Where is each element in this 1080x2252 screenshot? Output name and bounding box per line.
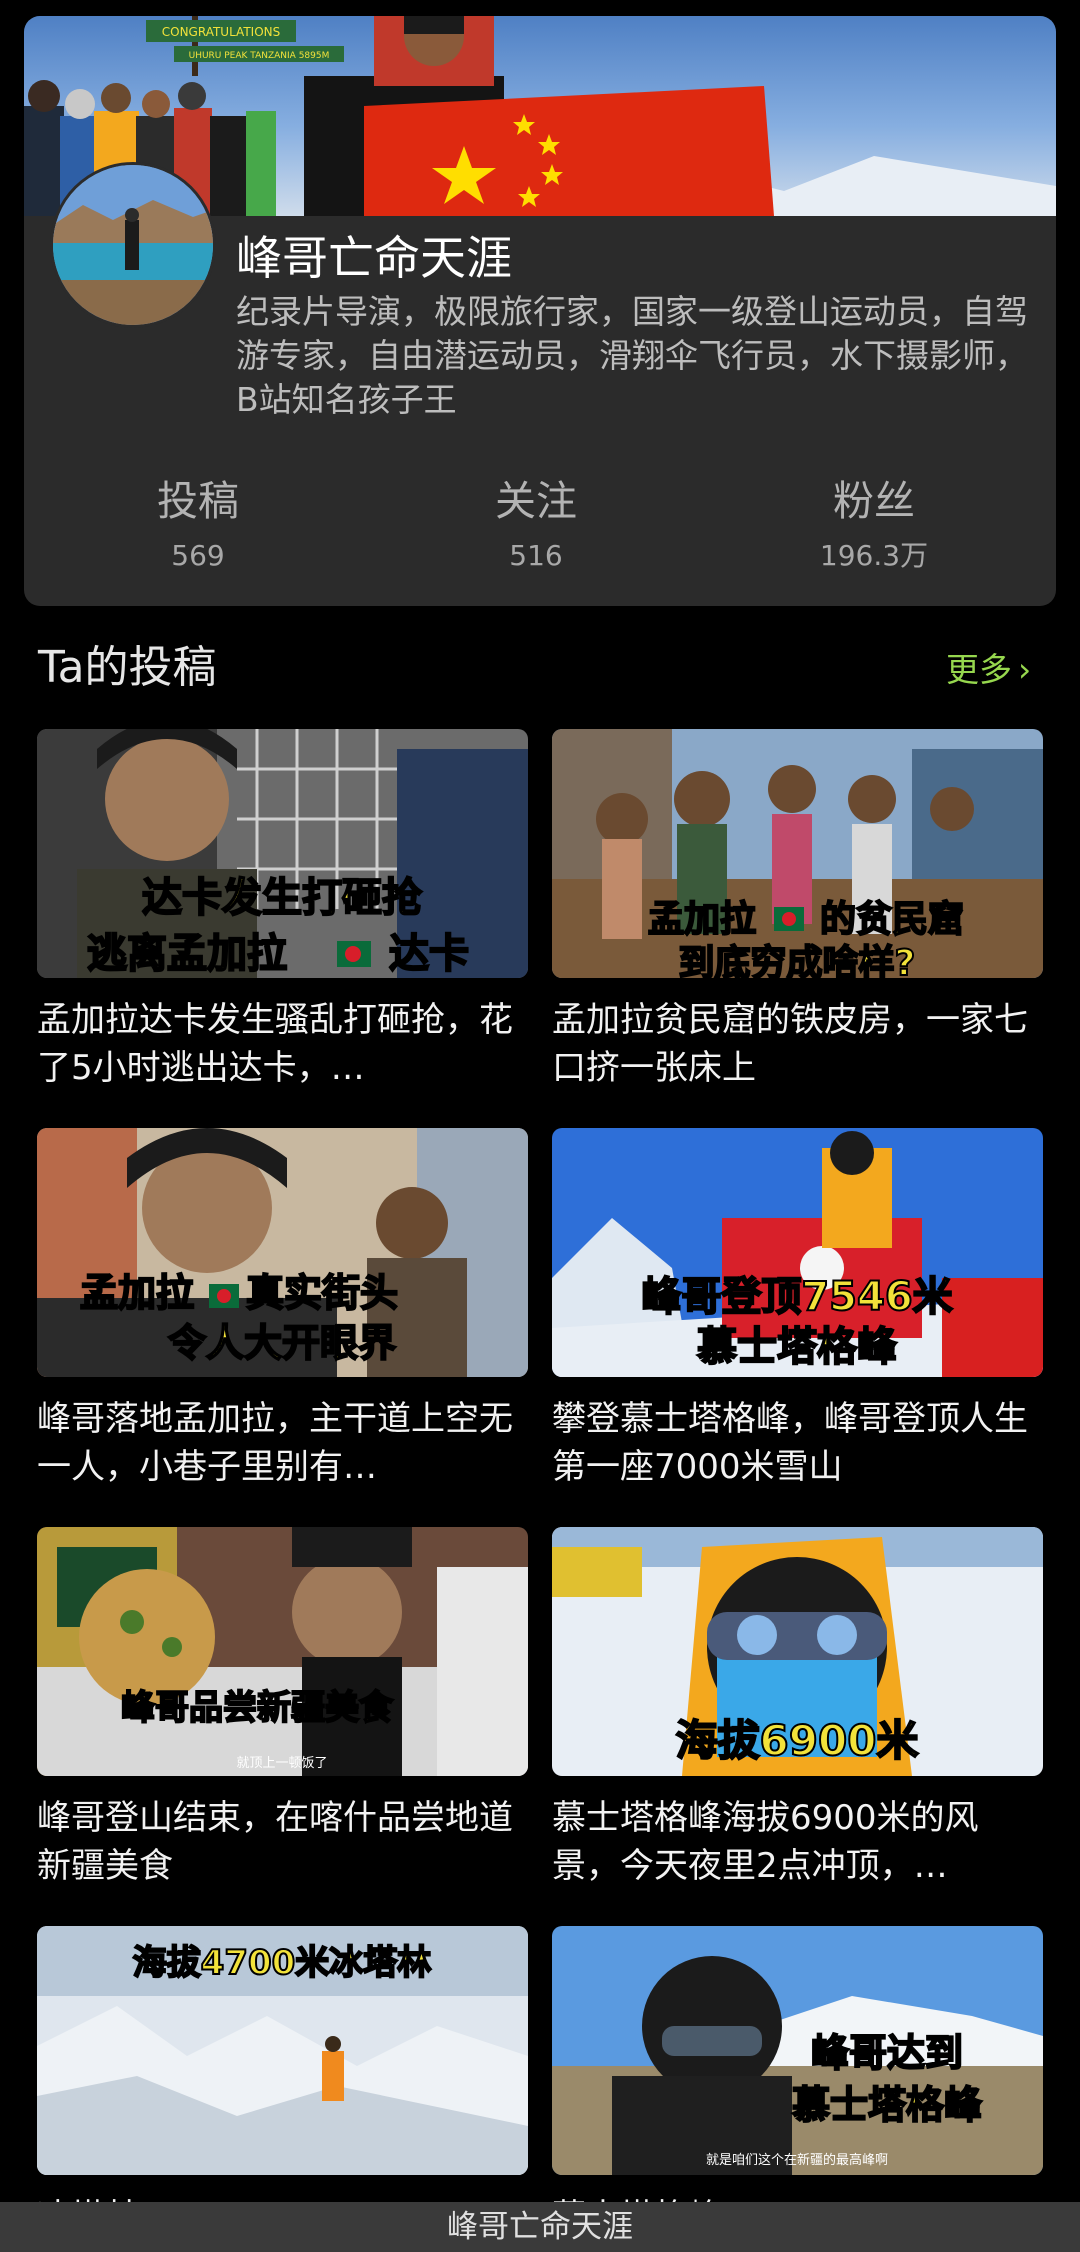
stat-following[interactable]: 关注 516	[426, 476, 646, 574]
video-card[interactable]: 孟加拉 真实街头 令人大开眼界 峰哥落地孟加拉，主干道上空无一人，小巷子里别有…	[37, 1128, 528, 1491]
stat-posts-value: 569	[171, 539, 225, 572]
thumbnail-subtitle: 就是咱们这个在新疆的最高峰啊	[706, 2152, 888, 2168]
bottom-title-bar: 峰哥亡命天涯	[0, 2202, 1080, 2252]
profile-bio: 纪录片导演，极限旅行家，国家一级登山运动员，自驾游专家，自由潜运动员，滑翔伞飞行…	[236, 292, 1028, 419]
thumbnail-caption: 峰哥品尝新疆美食	[121, 1688, 394, 1728]
video-thumbnail[interactable]: 孟加拉 的贫民窟 到底穷成啥样?	[552, 729, 1043, 978]
video-title[interactable]: 孟加拉贫民窟的铁皮房，一家七口挤一张床上	[552, 996, 1043, 1092]
stat-posts[interactable]: 投稿 569	[88, 476, 308, 574]
video-card[interactable]: 峰哥品尝新疆美食 就顶上一顿饭了 峰哥登山结束，在喀什品尝地道新疆美食	[37, 1527, 528, 1890]
thumbnail-caption: 慕士塔格峰	[697, 1324, 897, 1370]
more-link-label: 更多	[946, 650, 1012, 689]
video-thumbnail[interactable]: 孟加拉 真实街头 令人大开眼界	[37, 1128, 528, 1377]
thumbnail-caption: 峰哥登顶7546米	[641, 1274, 952, 1320]
banner-sign-line1: CONGRATULATIONS	[162, 25, 281, 39]
section-title: Ta的投稿	[38, 642, 217, 693]
video-title[interactable]: 峰哥落地孟加拉，主干道上空无一人，小巷子里别有…	[37, 1395, 528, 1491]
thumbnail-caption: 真实街头	[246, 1271, 398, 1315]
thumbnail-caption: 慕士塔格峰	[792, 2083, 982, 2127]
stat-following-value: 516	[509, 539, 563, 572]
video-thumbnail[interactable]: 峰哥达到 慕士塔格峰 就是咱们这个在新疆的最高峰啊	[552, 1926, 1043, 2175]
thumbnail-subtitle: 就顶上一顿饭了	[236, 1756, 327, 1771]
thumbnail-caption: 到底穷成啥样?	[679, 943, 916, 978]
stat-followers[interactable]: 粉丝 196.3万	[764, 476, 984, 574]
profile-card: CONGRATULATIONS UHURU PEAK TANZANIA 5895…	[24, 16, 1056, 606]
video-thumbnail[interactable]: 海拔6900米	[552, 1527, 1043, 1776]
more-link[interactable]: 更多 ›	[946, 648, 1031, 692]
video-card[interactable]: 海拔6900米 慕士塔格峰海拔6900米的风景，今天夜里2点冲顶，…	[552, 1527, 1043, 1890]
banner-sign-line2: UHURU PEAK TANZANIA 5895M	[189, 51, 330, 61]
video-card[interactable]: 达卡发生打砸抢 逃离孟加拉 达卡 孟加拉达卡发生骚乱打砸抢，花了5小时逃出达卡，…	[37, 729, 528, 1092]
stat-posts-label: 投稿	[157, 477, 239, 525]
video-title[interactable]: 慕士塔格峰海拔6900米的风景，今天夜里2点冲顶，…	[552, 1794, 1043, 1890]
stat-followers-label: 粉丝	[833, 477, 915, 525]
video-title[interactable]: 慕士塔格峰	[552, 2193, 1043, 2202]
chevron-right-icon: ›	[1018, 650, 1032, 689]
video-card[interactable]: 孟加拉 的贫民窟 到底穷成啥样? 孟加拉贫民窟的铁皮房，一家七口挤一张床上	[552, 729, 1043, 1092]
stat-following-label: 关注	[495, 477, 577, 525]
thumbnail-caption: 逃离孟加拉	[87, 931, 287, 977]
thumbnail-caption: 达卡发生打砸抢	[142, 875, 423, 921]
video-thumbnail[interactable]: 达卡发生打砸抢 逃离孟加拉 达卡	[37, 729, 528, 978]
profile-name: 峰哥亡命天涯	[236, 231, 512, 285]
video-card[interactable]: 海拔4700米冰塔林 冰塔林	[37, 1926, 528, 2202]
video-title[interactable]: 峰哥登山结束，在喀什品尝地道新疆美食	[37, 1794, 528, 1890]
video-card[interactable]: 峰哥登顶7546米 慕士塔格峰 攀登慕士塔格峰，峰哥登顶人生第一座7000米雪山	[552, 1128, 1043, 1491]
thumbnail-caption: 孟加拉	[80, 1271, 194, 1315]
video-title[interactable]: 攀登慕士塔格峰，峰哥登顶人生第一座7000米雪山	[552, 1395, 1043, 1491]
thumbnail-caption: 的贫民窟	[820, 899, 964, 940]
video-thumbnail[interactable]: 海拔4700米冰塔林	[37, 1926, 528, 2175]
thumbnail-caption: 令人大开眼界	[168, 1321, 396, 1365]
video-title[interactable]: 孟加拉达卡发生骚乱打砸抢，花了5小时逃出达卡，…	[37, 996, 528, 1092]
video-card[interactable]: 峰哥达到 慕士塔格峰 就是咱们这个在新疆的最高峰啊 慕士塔格峰	[552, 1926, 1043, 2202]
thumbnail-caption: 海拔6900米	[676, 1716, 919, 1765]
video-thumbnail[interactable]: 峰哥登顶7546米 慕士塔格峰	[552, 1128, 1043, 1377]
thumbnail-caption: 海拔4700米冰塔林	[133, 1943, 432, 1983]
stat-followers-value: 196.3万	[819, 539, 929, 572]
avatar-image	[53, 165, 213, 325]
video-thumbnail[interactable]: 峰哥品尝新疆美食 就顶上一顿饭了	[37, 1527, 528, 1776]
thumbnail-caption: 达卡	[389, 931, 469, 977]
thumbnail-caption: 孟加拉	[648, 899, 756, 940]
thumbnail-caption: 峰哥达到	[811, 2031, 963, 2075]
avatar[interactable]	[50, 162, 216, 328]
video-title[interactable]: 冰塔林	[37, 2193, 528, 2202]
